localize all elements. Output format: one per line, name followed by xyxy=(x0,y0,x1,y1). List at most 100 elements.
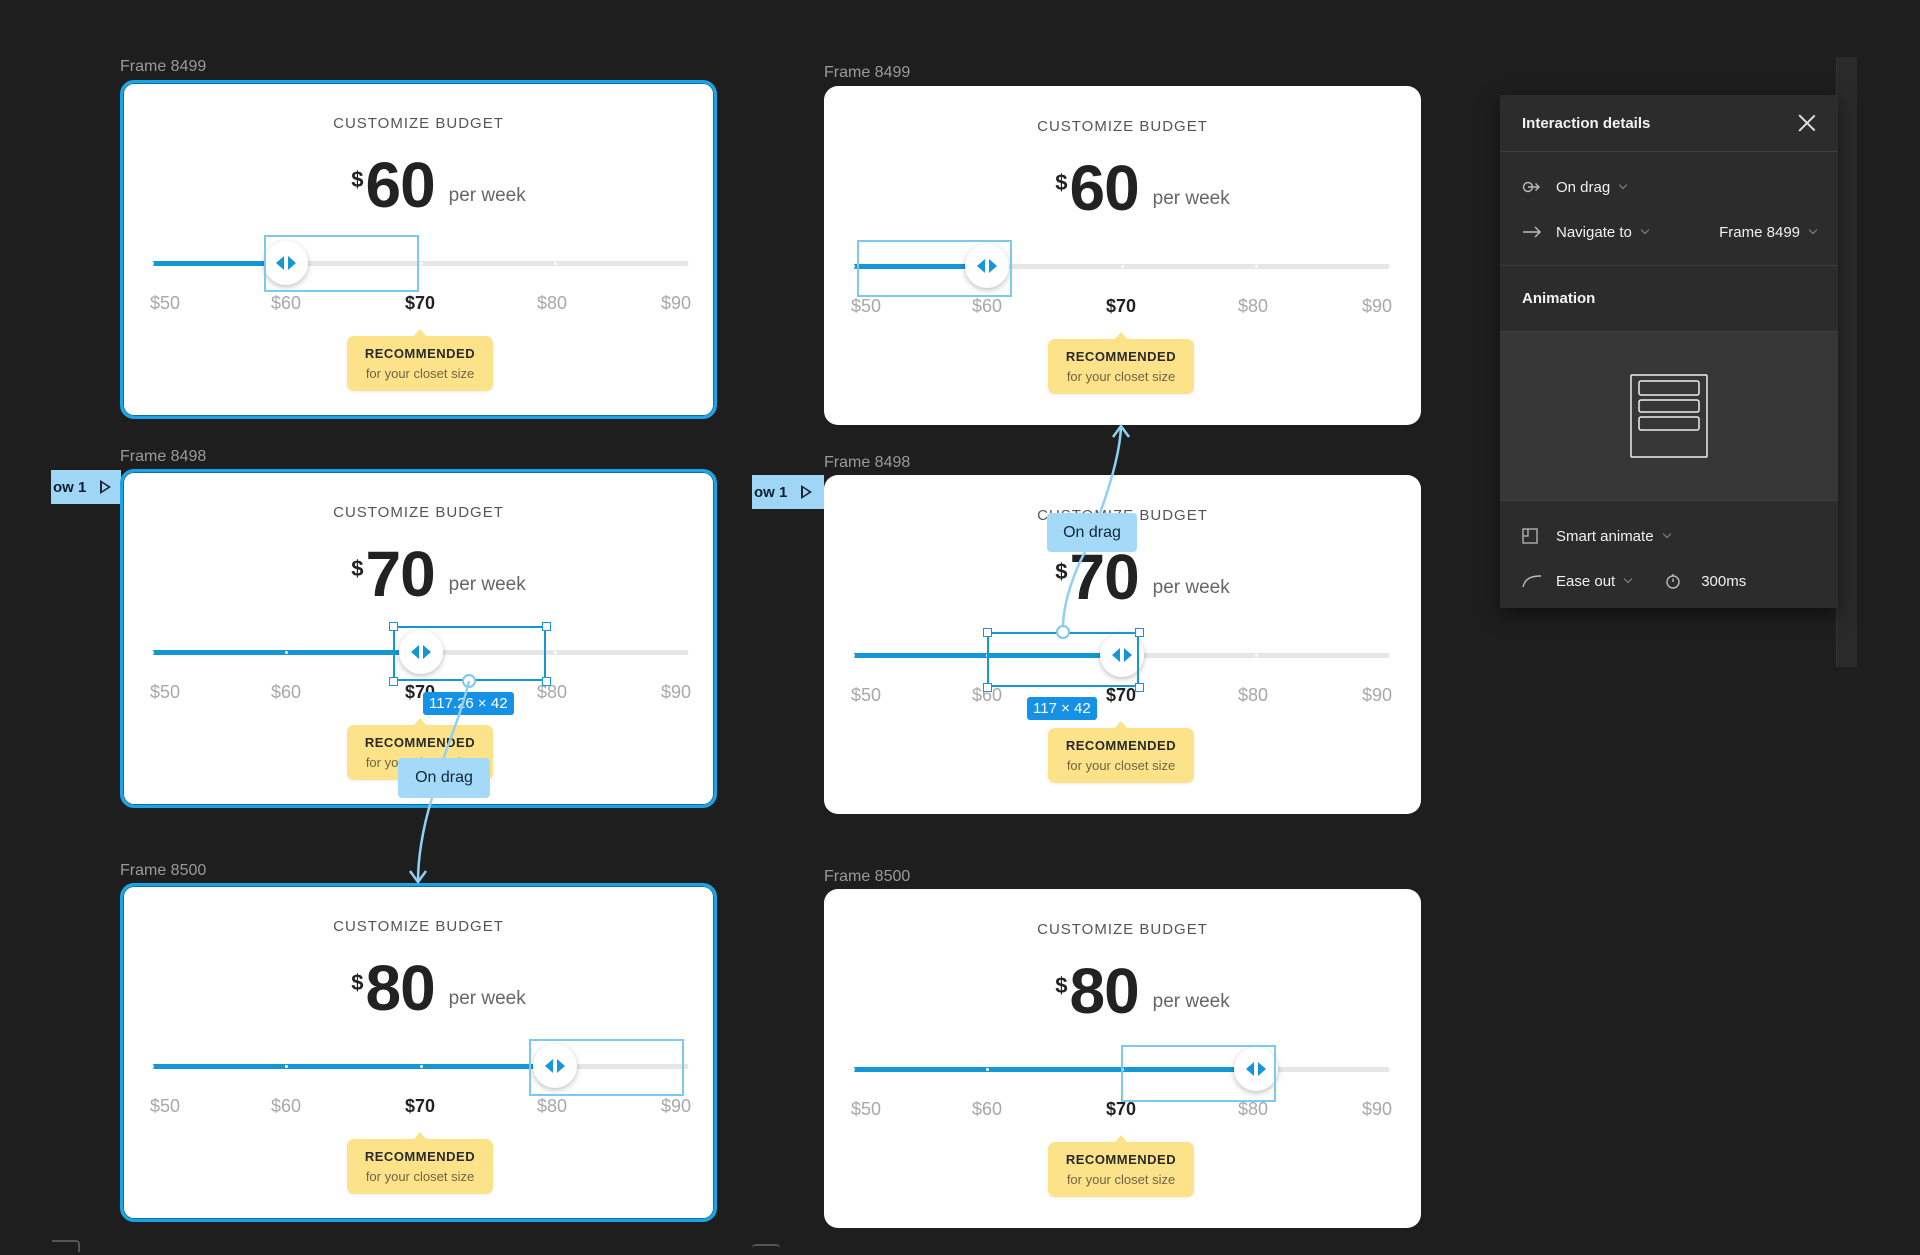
slider-tick-dot xyxy=(419,262,423,265)
price-display: $ 70 per week xyxy=(824,545,1421,615)
tick-label: $80 xyxy=(1237,296,1269,316)
tick-label: $50 xyxy=(149,293,181,313)
trigger-dropdown[interactable]: On drag xyxy=(1522,175,1816,199)
panel-header: Interaction details xyxy=(1500,95,1838,152)
selected-hotspot[interactable] xyxy=(987,632,1139,687)
panel-title: Interaction details xyxy=(1522,114,1651,132)
connection-node[interactable] xyxy=(1056,625,1070,639)
resize-handle[interactable] xyxy=(1135,628,1144,637)
frame-label[interactable]: Frame 8498 xyxy=(120,448,206,466)
play-icon[interactable] xyxy=(801,485,813,499)
frame-label[interactable]: Frame 8499 xyxy=(824,64,910,82)
connection-node[interactable] xyxy=(462,674,476,688)
currency-symbol: $ xyxy=(1055,973,1068,998)
price-amount: 70 xyxy=(365,538,435,610)
tick-label: $60 xyxy=(270,682,302,702)
size-readout: 117 × 42 xyxy=(1027,697,1097,720)
tick-label: $90 xyxy=(1361,296,1393,316)
badge-title: RECOMMENDED xyxy=(1065,738,1177,753)
slider-tick-labels: $50 $60 $70 $80 $90 xyxy=(824,296,1421,320)
price-display: $ 80 per week xyxy=(123,956,714,1026)
price-period: per week xyxy=(1152,577,1230,598)
recommended-badge: RECOMMENDED for your closet size xyxy=(347,1132,493,1194)
badge-subtitle: for your closet size xyxy=(1066,758,1176,773)
hotspot-outline[interactable] xyxy=(264,235,419,292)
tick-label: $80 xyxy=(1237,685,1269,705)
flow-start-tag-right[interactable]: ow 1 xyxy=(752,475,824,509)
currency-symbol: $ xyxy=(351,167,364,192)
badge-title: RECOMMENDED xyxy=(364,735,476,750)
tick-label: $80 xyxy=(536,1096,568,1116)
slider-tick-labels: $50 $60 $70 $80 $90 xyxy=(123,1096,714,1120)
chevron-down-icon xyxy=(1808,225,1818,235)
flow-start-tag-left[interactable]: ow 1 xyxy=(51,470,121,504)
canvas-corner-mark xyxy=(752,1244,780,1252)
interaction-label[interactable]: On drag xyxy=(398,758,490,798)
hotspot-outline[interactable] xyxy=(857,240,1012,297)
resize-handle[interactable] xyxy=(542,622,551,631)
action-dropdown[interactable]: Navigate to xyxy=(1556,224,1632,241)
badge-subtitle: for your closet size xyxy=(1066,1172,1176,1187)
smart-animate-preview-icon xyxy=(1630,374,1708,458)
tick-label: $90 xyxy=(1361,685,1393,705)
tick-label: $60 xyxy=(971,296,1003,316)
resize-handle[interactable] xyxy=(389,677,398,686)
animation-settings: Smart animate Ease out 300ms xyxy=(1500,501,1838,609)
card-title: CUSTOMIZE BUDGET xyxy=(333,115,504,132)
size-readout: 117.26 × 42 xyxy=(423,692,514,715)
selected-hotspot[interactable] xyxy=(393,626,546,681)
recommended-badge: RECOMMENDED for your closet size xyxy=(1048,332,1194,394)
slider-tick-labels: $50 $60 $70 $80 $90 xyxy=(123,293,714,317)
badge-title: RECOMMENDED xyxy=(1065,349,1177,364)
slider-tick-dot xyxy=(1254,654,1258,657)
hotspot-outline[interactable] xyxy=(529,1039,684,1096)
trigger-section: On drag Navigate to Frame 8499 xyxy=(1500,152,1838,266)
recommended-badge: RECOMMENDED for your closet size xyxy=(1048,1135,1194,1197)
slider-tick-dot xyxy=(688,1065,691,1068)
frame-label[interactable]: Frame 8498 xyxy=(824,454,910,472)
resize-handle[interactable] xyxy=(983,683,992,692)
slider-tick-labels: $50 $60 $70 $80 $90 xyxy=(824,685,1421,709)
tick-label: $70 xyxy=(404,1096,436,1116)
price-period: per week xyxy=(448,988,526,1009)
slider-tick-dot xyxy=(1389,1068,1392,1071)
slider-tick-dot xyxy=(419,1065,423,1068)
slider-tick-dot xyxy=(1389,265,1392,268)
price-amount: 80 xyxy=(1069,955,1139,1027)
tick-label: $60 xyxy=(270,293,302,313)
duration-input[interactable]: 300ms xyxy=(1701,573,1746,590)
tick-label: $70 xyxy=(1105,1099,1137,1119)
resize-handle[interactable] xyxy=(389,622,398,631)
slider-tick-dot xyxy=(852,654,855,657)
frame-label[interactable]: Frame 8499 xyxy=(120,58,206,76)
close-icon[interactable] xyxy=(1798,114,1816,132)
tick-label: $50 xyxy=(850,685,882,705)
hotspot-outline[interactable] xyxy=(1121,1045,1276,1102)
animation-section-title: Animation xyxy=(1522,290,1596,307)
easing-dropdown[interactable]: Ease out xyxy=(1556,573,1615,590)
slider-tick-dot xyxy=(151,262,154,265)
price-display: $ 60 per week xyxy=(123,153,714,223)
resize-handle[interactable] xyxy=(542,677,551,686)
resize-handle[interactable] xyxy=(1135,683,1144,692)
badge-title: RECOMMENDED xyxy=(1065,1152,1177,1167)
frame-label[interactable]: Frame 8500 xyxy=(120,862,206,880)
play-icon[interactable] xyxy=(100,480,112,494)
interaction-label[interactable]: On drag xyxy=(1047,513,1137,552)
slider-tick-dot xyxy=(1120,265,1124,268)
slider-tick-dot xyxy=(151,1065,154,1068)
budget-slider-track[interactable] xyxy=(151,241,691,285)
tick-label: $70 xyxy=(1105,296,1137,316)
card-title: CUSTOMIZE BUDGET xyxy=(333,918,504,935)
flow-tag-label: ow 1 xyxy=(53,478,87,496)
tick-label: $80 xyxy=(536,293,568,313)
currency-symbol: $ xyxy=(1055,559,1068,584)
slider-tick-dot xyxy=(852,1068,855,1071)
chevron-down-icon xyxy=(1618,180,1628,190)
destination-dropdown[interactable]: Frame 8499 xyxy=(1719,224,1800,241)
frame-label[interactable]: Frame 8500 xyxy=(824,868,910,886)
chevron-down-icon xyxy=(1623,574,1633,584)
resize-handle[interactable] xyxy=(983,628,992,637)
animation-type-dropdown[interactable]: Smart animate xyxy=(1522,524,1816,548)
card-title: CUSTOMIZE BUDGET xyxy=(1037,921,1208,938)
